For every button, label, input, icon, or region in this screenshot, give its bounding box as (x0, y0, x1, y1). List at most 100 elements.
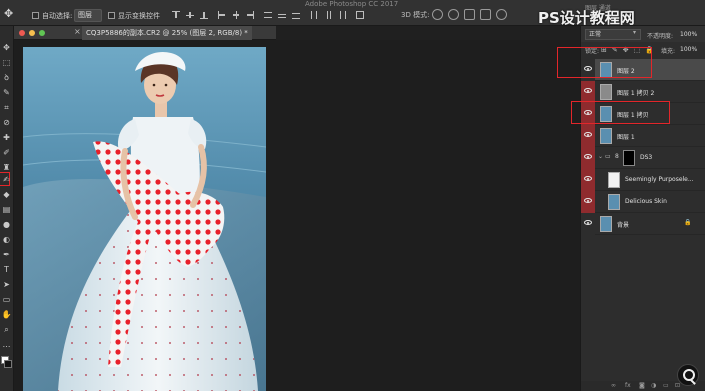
auto-select-checkbox[interactable] (32, 12, 39, 19)
type-icon[interactable]: T (1, 264, 12, 275)
distribute-hcenter-icon[interactable] (324, 11, 332, 19)
layer-name: 背景 (617, 222, 630, 229)
layer-thumbnail (600, 128, 612, 144)
eye-icon (584, 132, 592, 137)
dodge-icon[interactable]: ◐ (1, 234, 12, 245)
layer-thumbnail (608, 172, 620, 188)
auto-select-dropdown[interactable]: 图层 (74, 9, 102, 22)
distribute-right-icon[interactable] (338, 11, 346, 19)
eye-icon (584, 176, 592, 181)
layer-thumbnail (600, 216, 612, 232)
layer-row[interactable]: Delicious Skin (581, 191, 705, 213)
layer-row[interactable]: Seemingly Purposele... (581, 169, 705, 191)
marquee-icon[interactable]: ⬚ (1, 57, 12, 68)
layers-panel: 正常 ▾ 不透明度: 100% 锁定: ⊞✎✥⬚🔒 填充: 100% 图层 2 … (580, 26, 705, 391)
layer-group-row[interactable]: ⌄ ▭ 8 DS3 (581, 147, 705, 169)
add-mask-icon[interactable]: ◙ (639, 382, 645, 389)
canvas-photo[interactable] (23, 47, 266, 391)
window-minimize-button[interactable] (29, 30, 35, 36)
align-hcenter-icon[interactable] (232, 11, 240, 19)
path-select-icon[interactable]: ➤ (1, 279, 12, 290)
new-group-icon[interactable]: ▭ (663, 382, 669, 389)
visibility-toggle[interactable] (581, 169, 595, 191)
chevron-down-icon[interactable]: ⌄ (598, 153, 603, 160)
link-layers-icon[interactable]: ∞ (611, 382, 616, 389)
auto-select-label: 自动选择: (42, 12, 73, 20)
document-tab[interactable]: CQ3P5886的副本.CR2 @ 25% (图层 2, RGB/8) * (82, 26, 252, 40)
brush-icon[interactable]: ✐ (1, 147, 12, 158)
eyedropper-icon[interactable]: ⊘ (1, 117, 12, 128)
new-layer-icon[interactable]: ⊡ (675, 382, 680, 389)
fill-label: 填充: (661, 48, 676, 55)
slide-3d-icon[interactable] (480, 9, 491, 20)
gradient-icon[interactable]: ▤ (1, 204, 12, 215)
tab-close-icon[interactable]: × (74, 27, 81, 36)
layer-name: Delicious Skin (625, 198, 667, 205)
fill-value[interactable]: 100% (680, 46, 697, 53)
blur-icon[interactable]: ● (1, 219, 12, 230)
visibility-toggle[interactable] (581, 147, 595, 169)
visibility-toggle[interactable] (581, 213, 595, 235)
chevron-down-icon: ▾ (633, 29, 637, 36)
visibility-toggle[interactable] (581, 81, 595, 103)
shape-icon[interactable]: ▭ (1, 294, 12, 305)
visibility-toggle[interactable] (581, 125, 595, 147)
eye-icon (584, 154, 592, 159)
distribute-top-icon[interactable] (264, 11, 272, 19)
rotate-3d-icon[interactable] (432, 9, 443, 20)
background-color-swatch[interactable] (4, 360, 12, 368)
layer-thumbnail (600, 84, 612, 100)
auto-align-icon[interactable] (356, 11, 364, 19)
hand-icon[interactable]: ✋ (1, 309, 12, 320)
show-transform-label: 显示变换控件 (118, 12, 160, 20)
link-icon: 8 (615, 153, 619, 160)
opacity-label: 不透明度: (647, 33, 674, 40)
more-tools-icon[interactable]: … (1, 339, 12, 350)
lasso-icon[interactable]: ꝺ (1, 72, 12, 83)
eraser-icon[interactable]: ◆ (1, 189, 12, 200)
align-bottom-icon[interactable] (200, 11, 208, 19)
history-brush-icon[interactable]: ✍ (1, 174, 12, 185)
zoom-icon[interactable]: ⌕ (1, 324, 12, 335)
mode-3d-label: 3D 模式: (401, 11, 430, 19)
folder-icon: ▭ (605, 153, 611, 160)
zoom-search-icon[interactable] (677, 364, 699, 386)
adjustment-layer-icon[interactable]: ◑ (651, 382, 656, 389)
distribute-left-icon[interactable] (310, 11, 318, 19)
drag-3d-icon[interactable] (464, 9, 475, 20)
roll-3d-icon[interactable] (448, 9, 459, 20)
crop-icon[interactable]: ⌗ (1, 102, 12, 113)
align-right-icon[interactable] (246, 11, 254, 19)
tools-panel: ✥ ⬚ ꝺ ✎ ⌗ ⊘ ✚ ✐ ♜ ✍ ◆ ▤ ● ◐ ✒ T ➤ ▭ ✋ ⌕ … (0, 26, 14, 391)
visibility-toggle[interactable] (581, 191, 595, 213)
quick-select-icon[interactable]: ✎ (1, 87, 12, 98)
window-close-button[interactable] (19, 30, 25, 36)
eye-icon (584, 88, 592, 93)
layer-row[interactable]: 图层 1 (581, 125, 705, 147)
layer-name: 图层 1 (617, 134, 635, 141)
window-zoom-button[interactable] (39, 30, 45, 36)
layer-name: 图层 1 拷贝 2 (617, 90, 655, 97)
layer-row[interactable]: 背景 🔒 (581, 213, 705, 235)
layer-name: DS3 (640, 154, 653, 161)
move-tool-icon[interactable]: ✥ (4, 8, 22, 20)
scale-3d-icon[interactable] (496, 9, 507, 20)
align-top-icon[interactable] (172, 11, 180, 19)
distribute-bottom-icon[interactable] (292, 11, 300, 19)
pen-icon[interactable]: ✒ (1, 249, 12, 260)
panel-tabs[interactable]: 图层 通道 (585, 3, 611, 12)
align-vcenter-icon[interactable] (186, 11, 194, 19)
layer-name: Seemingly Purposele... (625, 176, 694, 183)
healing-brush-icon[interactable]: ✚ (1, 132, 12, 143)
layer-mask-thumbnail (623, 150, 635, 166)
eye-icon (584, 198, 592, 203)
align-left-icon[interactable] (218, 11, 226, 19)
layer-row[interactable]: 图层 1 拷贝 2 (581, 81, 705, 103)
show-transform-checkbox[interactable] (108, 12, 115, 19)
move-icon[interactable]: ✥ (1, 42, 12, 53)
fx-icon[interactable]: fx (625, 382, 631, 389)
distribute-vcenter-icon[interactable] (278, 11, 286, 19)
app-title: Adobe Photoshop CC 2017 (305, 0, 399, 8)
highlight-box-layer-2 (557, 47, 652, 78)
opacity-value[interactable]: 100% (680, 31, 697, 38)
